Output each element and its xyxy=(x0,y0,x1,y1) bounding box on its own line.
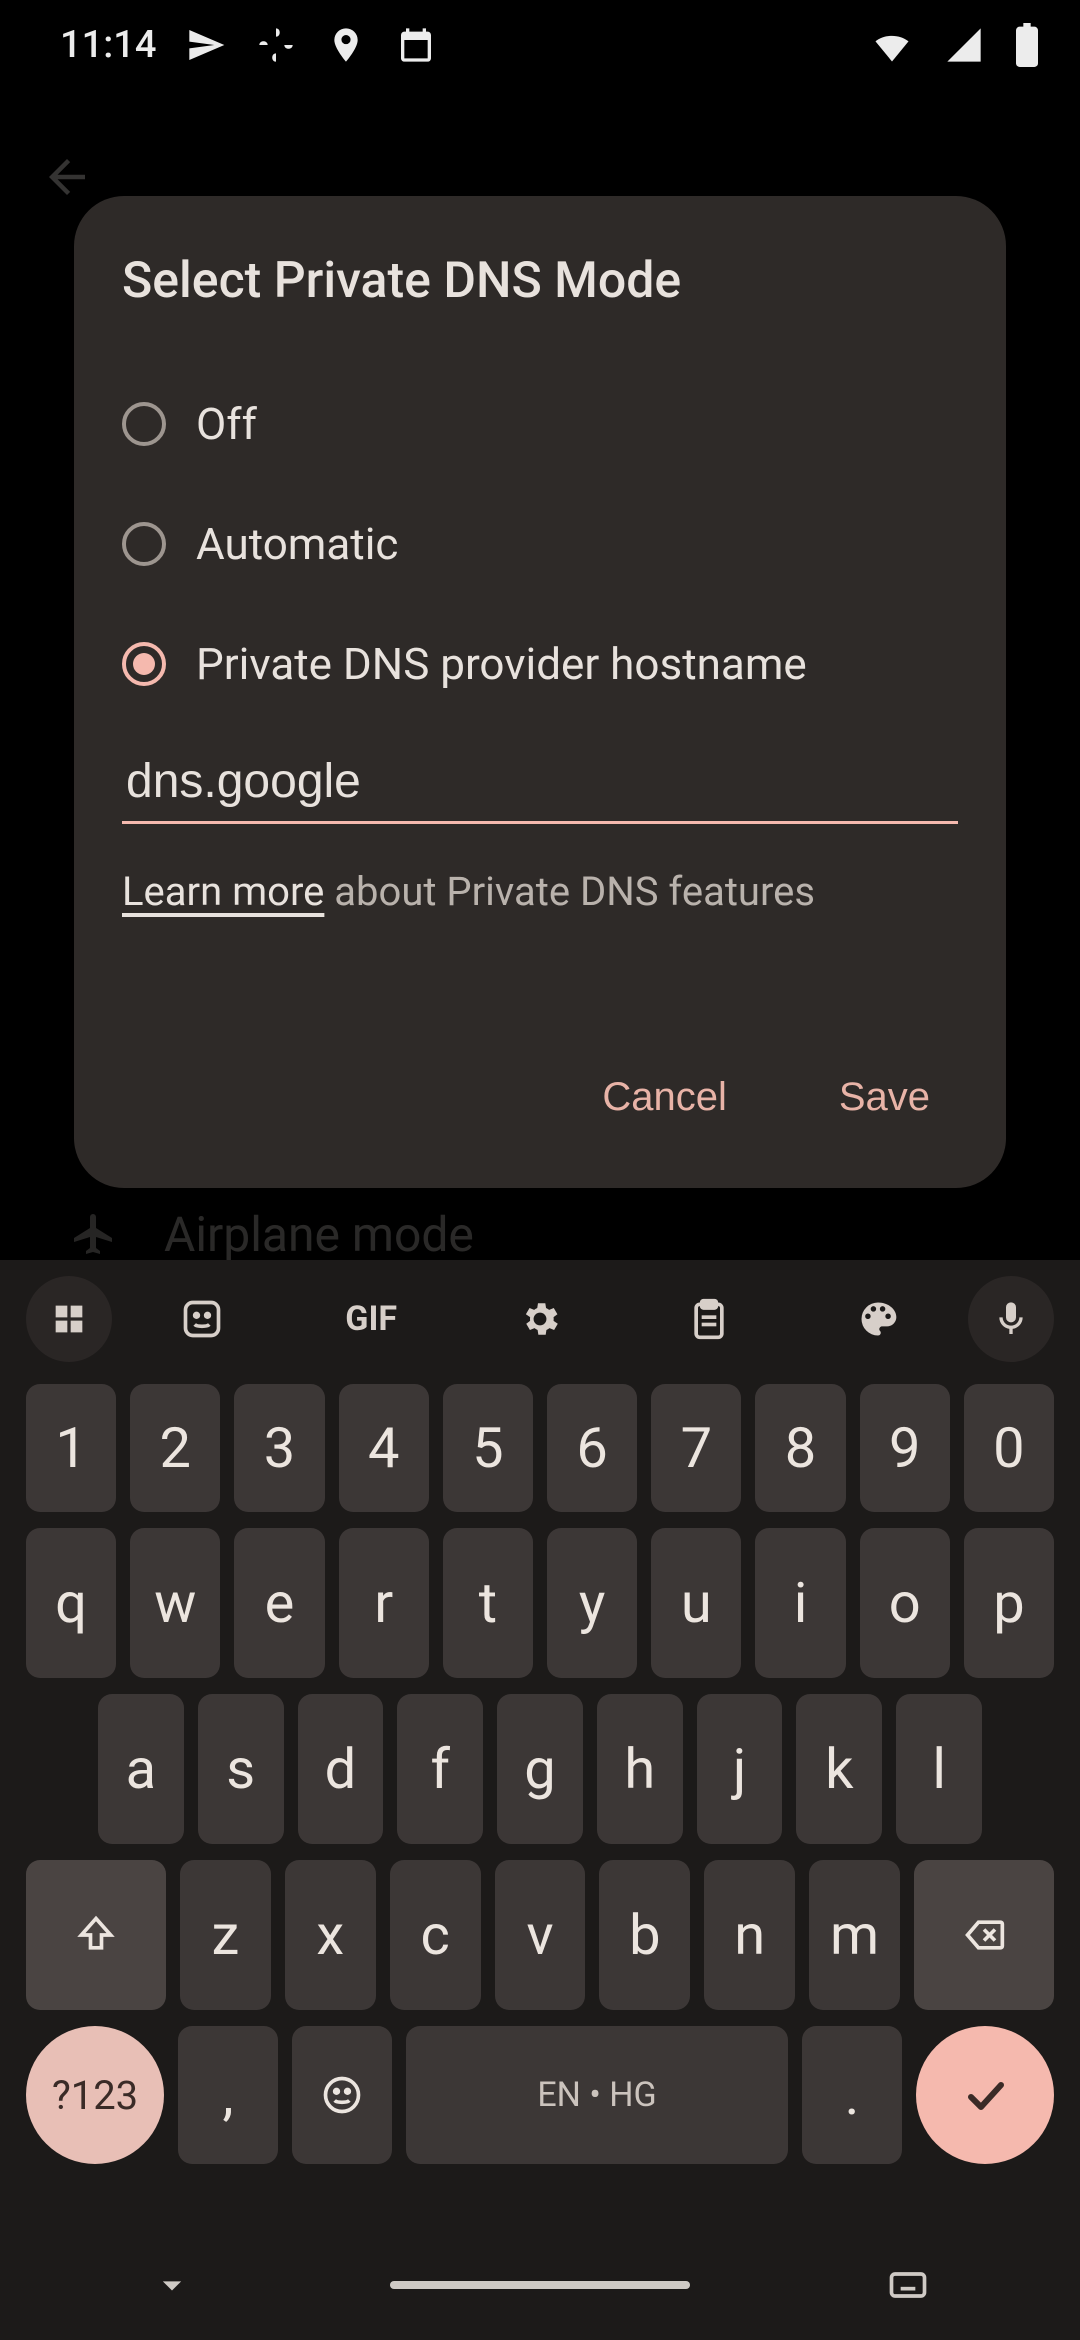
key-k[interactable]: k xyxy=(796,1694,882,1844)
radio-hostname[interactable]: Private DNS provider hostname xyxy=(122,604,958,724)
key-backspace[interactable] xyxy=(914,1860,1054,2010)
save-button[interactable]: Save xyxy=(811,1055,958,1140)
kbd-toolbar-apps-icon[interactable] xyxy=(26,1276,112,1362)
key-r[interactable]: r xyxy=(339,1528,429,1678)
key-t[interactable]: t xyxy=(443,1528,533,1678)
key-q[interactable]: q xyxy=(26,1528,116,1678)
key-a[interactable]: a xyxy=(98,1694,184,1844)
key-x[interactable]: x xyxy=(285,1860,376,2010)
key-space[interactable]: EN • HG xyxy=(406,2026,788,2164)
key-b[interactable]: b xyxy=(599,1860,690,2010)
calendar-icon xyxy=(396,25,436,65)
key-p[interactable]: p xyxy=(964,1528,1054,1678)
kbd-toolbar-clipboard-icon[interactable] xyxy=(630,1276,787,1362)
kbd-toolbar-theme-icon[interactable] xyxy=(799,1276,956,1362)
keyboard: GIF 1 2 3 4 5 6 7 8 9 0 xyxy=(0,1260,1080,2340)
key-s[interactable]: s xyxy=(198,1694,284,1844)
key-6[interactable]: 6 xyxy=(547,1384,637,1512)
signal-icon xyxy=(944,25,984,65)
status-bar: 11:14 xyxy=(0,0,1080,90)
pinwheel-icon xyxy=(256,25,296,65)
kbd-toolbar-sticker-icon[interactable] xyxy=(124,1276,281,1362)
kbd-number-row: 1 2 3 4 5 6 7 8 9 0 xyxy=(26,1384,1054,1512)
key-symbols[interactable]: ?123 xyxy=(26,2026,164,2164)
key-n[interactable]: n xyxy=(704,1860,795,2010)
key-1[interactable]: 1 xyxy=(26,1384,116,1512)
dialog-title: Select Private DNS Mode xyxy=(122,252,958,310)
key-8[interactable]: 8 xyxy=(755,1384,845,1512)
learn-more-link[interactable]: Learn more xyxy=(122,868,324,915)
nav-home-pill[interactable] xyxy=(390,2281,690,2289)
key-shift[interactable] xyxy=(26,1860,166,2010)
kbd-switch-icon[interactable] xyxy=(886,2263,930,2307)
radio-hostname-label: Private DNS provider hostname xyxy=(196,638,807,690)
kbd-toolbar-settings-icon[interactable] xyxy=(462,1276,619,1362)
key-o[interactable]: o xyxy=(860,1528,950,1678)
key-4[interactable]: 4 xyxy=(339,1384,429,1512)
key-f[interactable]: f xyxy=(397,1694,483,1844)
key-h[interactable]: h xyxy=(597,1694,683,1844)
radio-icon xyxy=(122,402,166,446)
radio-off-label: Off xyxy=(196,398,257,450)
battery-icon xyxy=(1014,23,1040,67)
key-5[interactable]: 5 xyxy=(443,1384,533,1512)
kbd-toolbar-gif-icon[interactable]: GIF xyxy=(293,1276,450,1362)
key-z[interactable]: z xyxy=(180,1860,271,2010)
back-arrow-icon xyxy=(40,150,94,204)
key-g[interactable]: g xyxy=(497,1694,583,1844)
status-time: 11:14 xyxy=(60,23,156,67)
key-w[interactable]: w xyxy=(130,1528,220,1678)
key-u[interactable]: u xyxy=(651,1528,741,1678)
kbd-collapse-icon[interactable] xyxy=(150,2263,194,2307)
radio-automatic[interactable]: Automatic xyxy=(122,484,958,604)
location-icon xyxy=(326,25,366,65)
key-3[interactable]: 3 xyxy=(234,1384,324,1512)
key-c[interactable]: c xyxy=(390,1860,481,2010)
radio-off[interactable]: Off xyxy=(122,364,958,484)
key-2[interactable]: 2 xyxy=(130,1384,220,1512)
key-y[interactable]: y xyxy=(547,1528,637,1678)
send-icon xyxy=(186,25,226,65)
key-m[interactable]: m xyxy=(809,1860,900,2010)
wifi-icon xyxy=(870,23,914,67)
dns-hostname-input[interactable] xyxy=(122,734,958,824)
key-j[interactable]: j xyxy=(697,1694,783,1844)
key-period[interactable]: . xyxy=(802,2026,902,2164)
key-comma[interactable]: , xyxy=(178,2026,278,2164)
key-l[interactable]: l xyxy=(896,1694,982,1844)
key-d[interactable]: d xyxy=(298,1694,384,1844)
key-v[interactable]: v xyxy=(495,1860,586,2010)
radio-icon xyxy=(122,522,166,566)
radio-automatic-label: Automatic xyxy=(196,518,398,570)
key-i[interactable]: i xyxy=(755,1528,845,1678)
radio-selected-icon xyxy=(122,642,166,686)
key-e[interactable]: e xyxy=(234,1528,324,1678)
key-0[interactable]: 0 xyxy=(964,1384,1054,1512)
kbd-toolbar-mic-icon[interactable] xyxy=(968,1276,1054,1362)
key-enter[interactable] xyxy=(916,2026,1054,2164)
key-7[interactable]: 7 xyxy=(651,1384,741,1512)
cancel-button[interactable]: Cancel xyxy=(574,1055,755,1140)
private-dns-dialog: Select Private DNS Mode Off Automatic Pr… xyxy=(74,196,1006,1188)
learn-more-text: Learn more about Private DNS features xyxy=(122,868,958,915)
key-9[interactable]: 9 xyxy=(860,1384,950,1512)
key-emoji[interactable] xyxy=(292,2026,392,2164)
nav-bar xyxy=(0,2230,1080,2340)
